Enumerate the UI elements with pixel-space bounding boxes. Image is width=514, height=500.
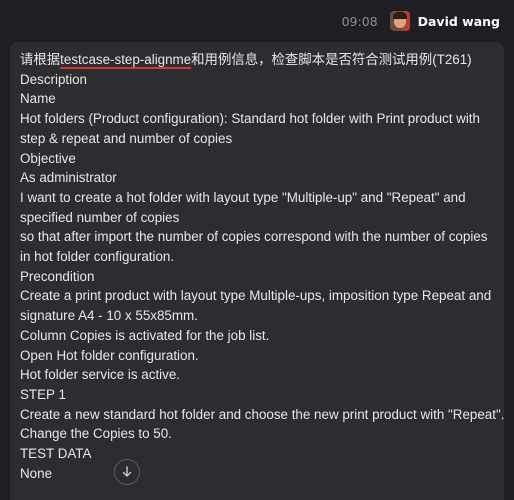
message-line: TEST DATA [20, 446, 92, 462]
arrow-down-icon [122, 466, 132, 477]
message-line: Change the Copies to 50. [20, 426, 172, 442]
message-line: step & repeat and number of copies [20, 130, 233, 146]
message-line: signature A4 - 10 x 55x85mm. [20, 308, 198, 324]
message-line: Precondition [20, 268, 95, 284]
message-line: Objective [20, 150, 76, 166]
message-header: 09:08 David wang [342, 10, 500, 32]
message-prefix: 请根据 [20, 52, 61, 67]
message-line: so that after import the number of copie… [20, 229, 488, 245]
avatar[interactable] [389, 11, 410, 31]
message-line: Open Hot folder configuration. [20, 347, 199, 363]
message-line: Hot folder service is active. [20, 367, 181, 383]
message-first-line: 请根据testcase-step-alignme和用例信息，检查脚本是否符合测试… [20, 50, 494, 70]
message-bubble: 请根据testcase-step-alignme和用例信息，检查脚本是否符合测试… [10, 42, 504, 500]
message-line: None [20, 465, 53, 481]
scroll-to-bottom-button[interactable] [114, 459, 140, 485]
username[interactable]: David wang [418, 14, 500, 29]
message-line: Description [20, 71, 87, 87]
message-line: Hot folders (Product configuration): Sta… [20, 111, 480, 127]
message-line: in hot folder configuration. [20, 249, 175, 265]
message-line: Create a new standard hot folder and cho… [20, 406, 505, 422]
message-line: Create a print product with layout type … [20, 288, 492, 304]
message-line: STEP 1 [20, 386, 66, 402]
message-suffix: 和用例信息，检查脚本是否符合测试用例(T261) [191, 52, 472, 67]
message-line: I want to create a hot folder with layou… [20, 189, 466, 205]
message-line: As administrator [20, 170, 117, 186]
timestamp: 09:08 [341, 13, 378, 29]
message-line: Name [20, 91, 56, 107]
keyword-underlined: testcase-step-alignme [60, 52, 192, 67]
message-line: specified number of copies [20, 209, 180, 225]
message-line: Column Copies is activated for the job l… [20, 327, 270, 343]
